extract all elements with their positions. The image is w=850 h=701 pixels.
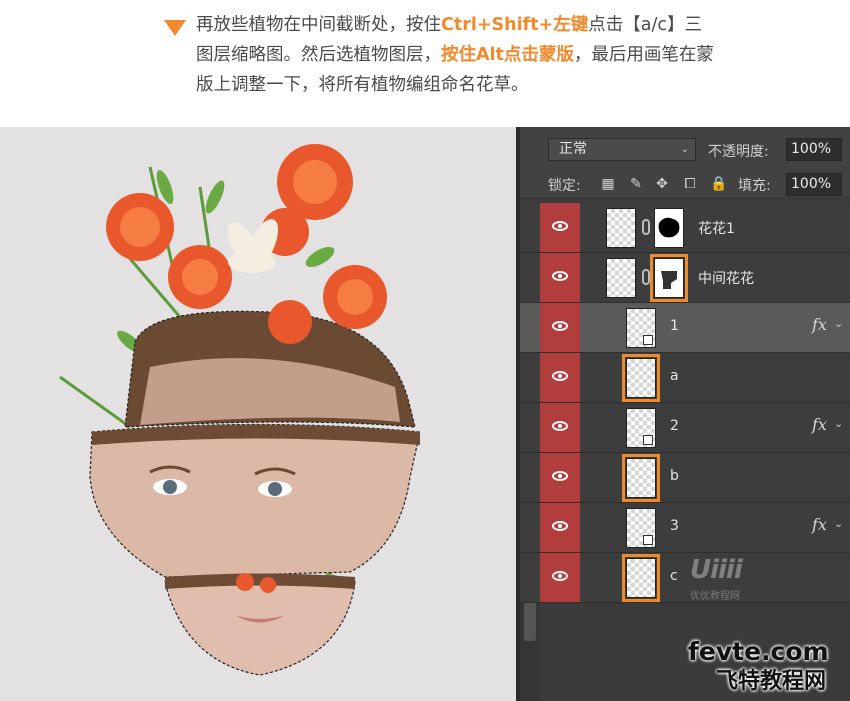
layers-panel: 正常 ⌄ 不透明度: 100% 锁定: ▦ ✎ ✥ ⧠ 🔒 填充: 100% 花…: [516, 127, 850, 701]
eye-icon: [552, 471, 568, 481]
visibility-toggle[interactable]: [540, 353, 580, 402]
fevte-watermark-cn: 飞特教程网: [716, 669, 827, 694]
layer-row[interactable]: c: [520, 553, 850, 603]
smart-object-icon: [643, 435, 653, 445]
layer-thumbnail[interactable]: [622, 354, 660, 402]
layer-thumbnail[interactable]: [626, 508, 656, 548]
layer-name: 1: [670, 318, 679, 334]
layer-thumbnail[interactable]: [626, 408, 656, 448]
layer-name: a: [670, 368, 679, 384]
visibility-toggle[interactable]: [540, 403, 580, 452]
mask-link-icon[interactable]: [642, 269, 650, 285]
layer-thumbnail[interactable]: [606, 208, 636, 248]
uiiii-watermark: Uiiii: [690, 555, 743, 585]
lock-position-icon[interactable]: ✥: [654, 176, 670, 192]
layer-row[interactable]: 3 fx ⌄: [520, 503, 850, 553]
layer-thumbnail[interactable]: [606, 258, 636, 298]
blend-mode-value: 正常: [559, 141, 587, 157]
layer-name: 中间花花: [698, 271, 754, 287]
visibility-toggle[interactable]: [540, 253, 580, 302]
eye-icon: [552, 371, 568, 381]
blend-mode-select[interactable]: 正常 ⌄: [548, 138, 696, 161]
document-canvas[interactable]: [0, 127, 516, 701]
opacity-label: 不透明度:: [708, 144, 769, 160]
lock-all-icon[interactable]: 🔒: [710, 176, 727, 192]
eye-icon: [552, 221, 568, 231]
visibility-toggle[interactable]: [540, 503, 580, 552]
layer-mask-thumbnail[interactable]: [654, 208, 684, 248]
instruction-highlight: 按住Alt点击蒙版: [441, 45, 574, 65]
layer-row[interactable]: 花花1: [520, 203, 850, 253]
instruction-highlight: Ctrl+Shift+左键: [441, 15, 589, 35]
layer-row[interactable]: 中间花花: [520, 253, 850, 303]
layer-effects-icon[interactable]: fx: [812, 515, 827, 534]
uiiii-watermark-subtitle: 优优教程网: [690, 591, 740, 602]
visibility-toggle[interactable]: [540, 553, 580, 602]
smart-object-icon: [643, 535, 653, 545]
visibility-toggle[interactable]: [540, 203, 580, 252]
instruction-part: 再放些植物在中间截断处，按住: [196, 15, 441, 35]
mask-link-icon[interactable]: [642, 219, 650, 235]
fevte-watermark: fevte.com: [688, 637, 829, 666]
visibility-toggle[interactable]: [540, 303, 580, 352]
collage-artwork: [59, 144, 421, 676]
layer-row[interactable]: a: [520, 353, 850, 403]
eye-icon: [552, 521, 568, 531]
mask-shape: [658, 217, 680, 238]
layer-row[interactable]: b: [520, 453, 850, 503]
visibility-toggle[interactable]: [540, 453, 580, 502]
eye-icon: [552, 321, 568, 331]
instruction-text: 再放些植物在中间截断处，按住Ctrl+Shift+左键点击【a/c】三图层缩略图…: [196, 10, 716, 100]
lock-artboard-icon[interactable]: ⧠: [682, 176, 698, 192]
layer-effects-icon[interactable]: fx: [812, 415, 827, 434]
layer-row[interactable]: 1 fx ⌄: [520, 303, 850, 353]
layer-name: 花花1: [698, 221, 735, 237]
lock-transparent-pixels-icon[interactable]: ▦: [600, 176, 616, 192]
fill-value: 100%: [791, 176, 832, 192]
layer-name: c: [670, 568, 678, 584]
triangle-bullet-icon: [164, 20, 186, 36]
layer-thumbnail[interactable]: [622, 454, 660, 502]
layer-name: 2: [670, 418, 679, 434]
opacity-input[interactable]: 100%: [786, 138, 842, 161]
layer-name: 3: [670, 518, 679, 534]
layer-thumbnail[interactable]: [622, 554, 660, 602]
layers-options-bar: 正常 ⌄ 不透明度: 100% 锁定: ▦ ✎ ✥ ⧠ 🔒 填充: 100%: [520, 127, 850, 197]
chevron-down-icon: ⌄: [680, 144, 689, 155]
smart-object-icon: [643, 335, 653, 345]
fill-input[interactable]: 100%: [786, 173, 842, 196]
layer-name: b: [670, 468, 679, 484]
layer-thumbnail[interactable]: [626, 308, 656, 348]
chevron-down-icon[interactable]: ⌄: [834, 317, 843, 330]
eye-icon: [552, 421, 568, 431]
eye-icon: [552, 271, 568, 281]
mask-shape: [661, 271, 677, 289]
lock-label: 锁定:: [548, 178, 581, 194]
chevron-down-icon[interactable]: ⌄: [834, 517, 843, 530]
eye-icon: [552, 571, 568, 581]
opacity-value: 100%: [791, 141, 832, 157]
chevron-down-icon[interactable]: ⌄: [834, 417, 843, 430]
layer-mask-thumbnail[interactable]: [650, 254, 688, 302]
lock-image-pixels-icon[interactable]: ✎: [628, 176, 644, 192]
fill-label: 填充:: [738, 178, 771, 194]
layer-effects-icon[interactable]: fx: [812, 315, 827, 334]
layer-row[interactable]: 2 fx ⌄: [520, 403, 850, 453]
